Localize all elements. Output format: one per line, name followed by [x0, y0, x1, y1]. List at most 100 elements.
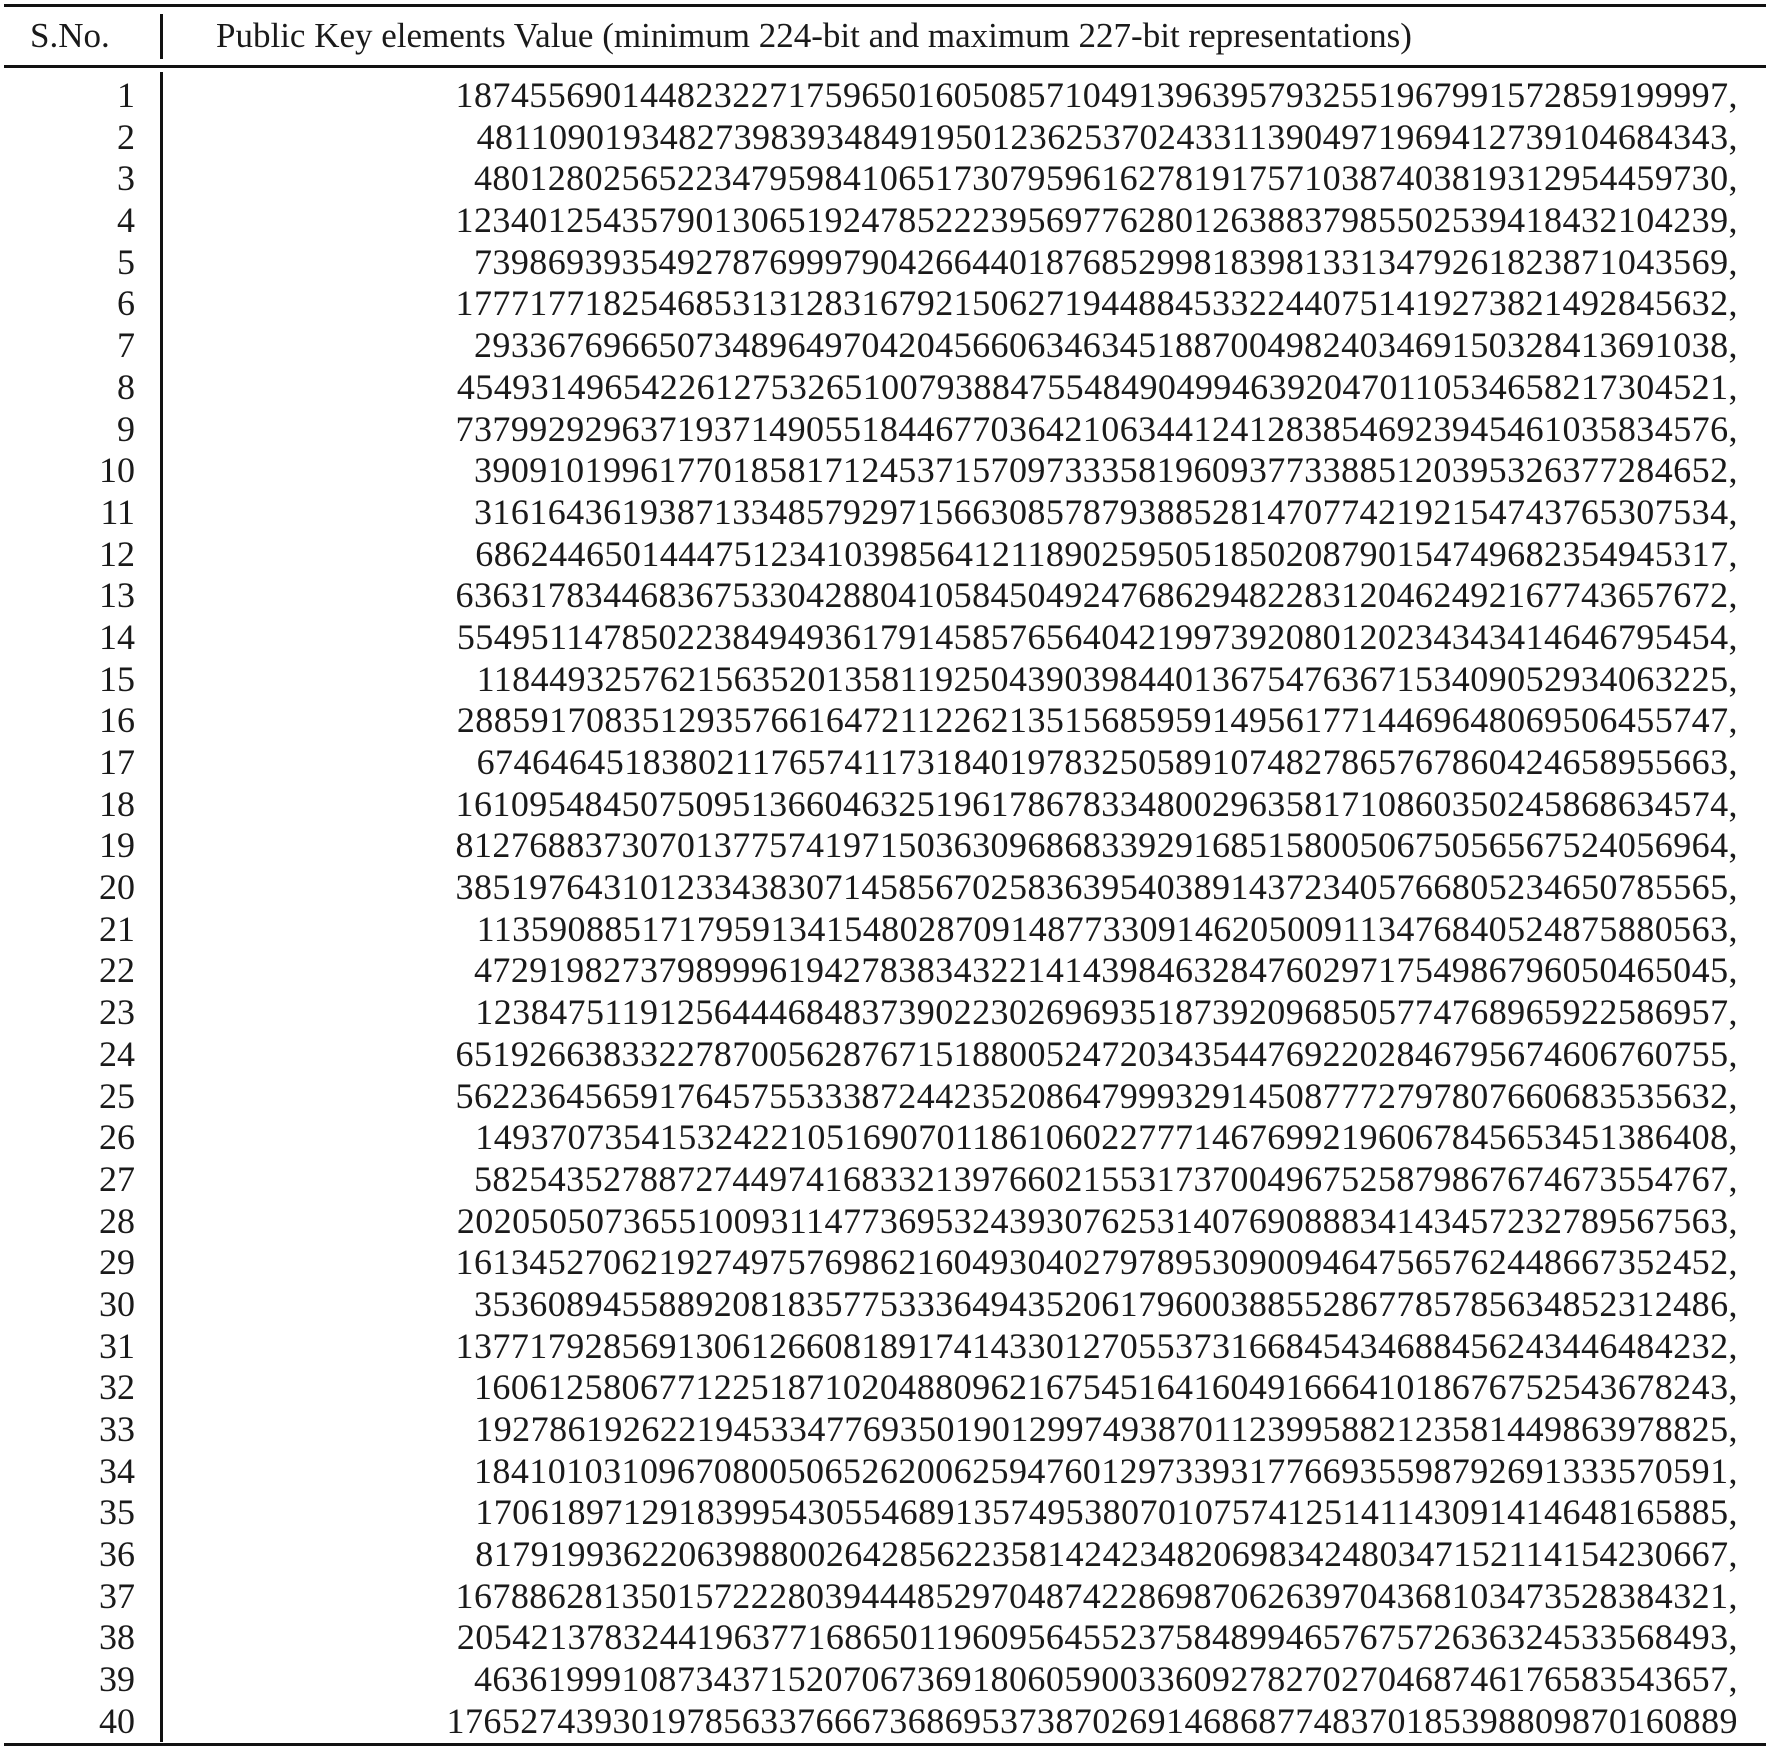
row-key-value: 1841010310967080050652620062594760129733…	[473, 1450, 1738, 1491]
row-sno: 8	[117, 366, 135, 407]
row-key-value: 1765274393019785633766673686953738702691…	[446, 1700, 1738, 1741]
table-row: 27 58254352788727449741683321397660215531…	[0, 1159, 1772, 1201]
row-key-value: 2054213783244196377168650119609564552375…	[456, 1617, 1738, 1658]
row-key-value: 4549314965422612753265100793884755484904…	[456, 366, 1738, 407]
row-sno: 21	[99, 908, 135, 949]
row-key-value: 2885917083512935766164721122621351568595…	[456, 700, 1738, 741]
row-sno: 16	[99, 700, 135, 741]
row-key-value: 5622364565917645755333872442352086479993…	[455, 1075, 1738, 1116]
table-row: 37 16788628135015722280394448529704874228…	[0, 1576, 1772, 1618]
row-sno: 6	[117, 283, 135, 324]
row-key-value: 4811090193482739839348491950123625370243…	[476, 116, 1738, 157]
row-key-value: 4636199910873437152070673691806059003360…	[473, 1659, 1738, 1700]
row-sno: 32	[99, 1367, 135, 1408]
row-sno: 14	[99, 616, 135, 657]
table-row: 4 123401254357901306519247852223956977628…	[0, 200, 1772, 242]
row-sno: 7	[117, 325, 135, 366]
row-sno: 13	[99, 575, 135, 616]
header-value: Public Key elements Value (minimum 224-b…	[216, 16, 1412, 55]
table-row: 34 18410103109670800506526200625947601297…	[0, 1451, 1772, 1493]
row-sno: 29	[99, 1242, 135, 1283]
row-key-value: 3161643619387133485792971566308578793885…	[473, 491, 1738, 532]
table-row: 36 81791993622063988002642856223581424234…	[0, 1534, 1772, 1576]
row-sno: 2	[117, 116, 135, 157]
table-row: 13 63631783446836753304288041058450492476…	[0, 575, 1772, 617]
table-row: 38 20542137832441963771686501196095645523…	[0, 1617, 1772, 1659]
table-row: 39 46361999108734371520706736918060590033…	[0, 1659, 1772, 1701]
row-key-value: 3536089455889208183577533364943520617960…	[473, 1283, 1738, 1324]
row-key-value: 3909101996177018581712453715709733358196…	[473, 450, 1738, 491]
row-sno: 17	[99, 742, 135, 782]
row-sno: 37	[99, 1575, 135, 1616]
table-row: 6 177717718254685313128316792150627194488…	[0, 283, 1772, 325]
table-row: 12 68624465014447512341039856412118902595…	[0, 534, 1772, 576]
row-key-value: 6519266383322787005628767151880052472034…	[455, 1033, 1738, 1074]
row-sno: 4	[117, 200, 135, 241]
table-row: 19 81276883730701377574197150363096868339…	[0, 825, 1772, 867]
table-row: 28 20205050736551009311477369532439307625…	[0, 1201, 1772, 1243]
row-sno: 19	[99, 825, 135, 866]
row-sno: 1	[117, 75, 135, 115]
row-key-value: 5549511478502238494936179145857656404219…	[456, 616, 1738, 657]
table-row: 40 17652743930197856337666736869537387026…	[0, 1701, 1772, 1743]
table-row: 16 28859170835129357661647211226213515685…	[0, 700, 1772, 742]
row-sno: 36	[99, 1534, 135, 1575]
row-sno: 27	[99, 1158, 135, 1199]
row-key-value: 6862446501444751234103985641211890259505…	[475, 533, 1738, 574]
row-sno: 10	[99, 450, 135, 491]
table-row: 14 55495114785022384949361791458576564042…	[0, 617, 1772, 659]
row-sno: 28	[99, 1200, 135, 1241]
row-sno: 26	[99, 1117, 135, 1158]
table-row: 26 14937073541532422105169070118610602277…	[0, 1117, 1772, 1159]
row-key-value: 1610954845075095136604632519617867833480…	[455, 783, 1738, 824]
row-sno: 5	[117, 241, 135, 282]
row-key-value: 2933676966507348964970420456606346345188…	[473, 325, 1738, 366]
row-sno: 35	[99, 1492, 135, 1533]
row-sno: 3	[117, 158, 135, 199]
row-key-value: 1606125806771225187102048809621675451641…	[473, 1367, 1738, 1408]
row-key-value: 7398693935492787699979042664401876852998…	[473, 241, 1738, 282]
table-bottom-rule	[4, 1743, 1766, 1746]
table-row: 7 293367696650734896497042045660634634518…	[0, 325, 1772, 367]
row-key-value: 1706189712918399543055468913574953807010…	[475, 1492, 1738, 1533]
table-row: 11 31616436193871334857929715663085787938…	[0, 492, 1772, 534]
table-body: 1 187455690144823227175965016050857104913…	[0, 75, 1772, 1743]
table-row: 17 67464645183802117657411731840197832505…	[0, 742, 1772, 784]
table-row: 15 11844932576215635201358119250439039844…	[0, 659, 1772, 701]
row-sno: 18	[99, 783, 135, 824]
row-sno: 9	[117, 408, 135, 449]
row-sno: 15	[99, 658, 135, 699]
row-sno: 22	[99, 950, 135, 991]
row-sno: 12	[99, 533, 135, 574]
row-key-value: 6746464518380211765741173184019783250589…	[476, 742, 1738, 782]
row-key-value: 3851976431012334383071458567025836395403…	[455, 867, 1738, 908]
row-key-value: 2020505073655100931147736953243930762531…	[456, 1200, 1738, 1241]
table-row: 22 47291982737989996194278383432214143984…	[0, 950, 1772, 992]
table-row: 8 454931496542261275326510079388475548490…	[0, 367, 1772, 409]
row-sno: 31	[99, 1325, 135, 1366]
row-key-value: 1874556901448232271759650160508571049139…	[455, 75, 1738, 115]
row-key-value: 1777177182546853131283167921506271944884…	[455, 283, 1738, 324]
row-key-value: 1135908851717959134154802870914877330914…	[476, 908, 1738, 949]
row-key-value: 1184493257621563520135811925043903984401…	[476, 658, 1738, 699]
row-sno: 23	[99, 992, 135, 1033]
table-row: 20 38519764310123343830714585670258363954…	[0, 867, 1772, 909]
table-top-rule	[4, 4, 1766, 7]
row-sno: 33	[99, 1409, 135, 1449]
table-row: 10 39091019961770185817124537157097333581…	[0, 450, 1772, 492]
row-key-value: 7379929296371937149055184467703642106344…	[455, 408, 1738, 449]
header-sno: S.No.	[30, 16, 110, 55]
row-sno: 40	[99, 1700, 135, 1741]
row-sno: 24	[99, 1033, 135, 1074]
table-row: 1 187455690144823227175965016050857104913…	[0, 75, 1772, 117]
row-key-value: 4729198273798999619427838343221414398463…	[473, 950, 1738, 991]
table-row: 30 35360894558892081835775333649435206179…	[0, 1284, 1772, 1326]
row-key-value: 1613452706219274975769862160493040279789…	[455, 1242, 1738, 1283]
table-row: 31 13771792856913061266081891741433012705…	[0, 1326, 1772, 1368]
header-column-divider	[160, 14, 163, 59]
table-row: 9 737992929637193714905518446770364210634…	[0, 409, 1772, 451]
row-key-value: 8179199362206398800264285622358142423482…	[475, 1534, 1738, 1575]
row-key-value: 1377179285691306126608189174143301270553…	[455, 1325, 1738, 1366]
table-row: 32 16061258067712251871020488096216754516…	[0, 1367, 1772, 1409]
row-key-value: 1238475119125644468483739022302696935187…	[475, 992, 1738, 1033]
